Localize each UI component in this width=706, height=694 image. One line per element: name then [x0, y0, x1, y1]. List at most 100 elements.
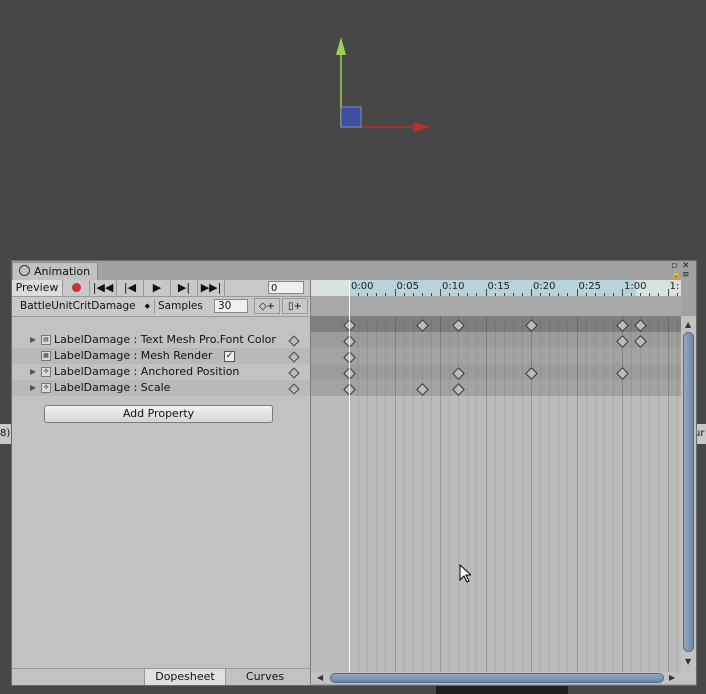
add-event-button[interactable]: ▯+	[282, 298, 308, 314]
lock-icon[interactable]: 🔒	[671, 270, 681, 279]
ruler-minor-tick	[676, 293, 678, 296]
view-mode-tabs: Dopesheet Curves	[12, 668, 310, 685]
grid-line	[412, 316, 414, 672]
first-keyframe-icon: |◀◀	[92, 281, 114, 294]
bottom-strip	[0, 686, 706, 694]
ruler-label: 0:15	[487, 281, 510, 292]
animation-toolbar: Preview |◀◀ |◀ ▶ ▶| ▶▶| 0	[12, 280, 310, 297]
add-keyframe-button[interactable]: ◇+	[254, 298, 280, 314]
foldout-arrow-icon[interactable]: ▶	[30, 380, 36, 396]
property-row-anchored-position[interactable]: ▶ ✣ LabelDamage : Anchored Position	[12, 364, 310, 380]
grid-line	[440, 316, 441, 672]
vertical-scroll-thumb[interactable]	[683, 332, 694, 652]
tab-dopesheet[interactable]: Dopesheet	[144, 669, 225, 685]
play-button[interactable]: ▶	[144, 280, 171, 296]
keyframe-diamond-icon[interactable]	[288, 351, 300, 363]
next-keyframe-button[interactable]: ▶|	[171, 280, 198, 296]
grid-line	[649, 316, 651, 672]
playhead[interactable]	[349, 280, 350, 672]
move-gizmo-icon[interactable]	[0, 0, 706, 260]
property-label: LabelDamage : Text Mesh Pro.Font Color	[54, 333, 276, 346]
ruler-label: 0:20	[533, 281, 556, 292]
ruler-label: 0:05	[396, 281, 419, 292]
grid-line	[394, 316, 396, 672]
ruler-label: 0:25	[578, 281, 601, 292]
menu-icon[interactable]: ≡	[682, 270, 690, 280]
foldout-arrow-icon[interactable]: ▶	[30, 364, 36, 380]
scroll-right-icon[interactable]: ▶	[669, 673, 675, 682]
ruler-tick	[485, 289, 487, 296]
mesh-renderer-icon: ▦	[41, 351, 51, 361]
ruler-tick	[622, 289, 623, 296]
horizontal-scroll-thumb[interactable]	[330, 673, 664, 683]
tab-animation[interactable]: Animation	[12, 262, 98, 280]
grid-line	[358, 316, 360, 672]
grid-line	[467, 316, 469, 672]
grid-line	[594, 316, 596, 672]
ruler-minor-tick	[385, 293, 387, 296]
ruler-minor-tick	[549, 293, 551, 296]
frame-input[interactable]: 0	[268, 281, 304, 294]
ruler-label: 0:00	[351, 281, 374, 292]
property-row-mesh-render[interactable]: ▦ LabelDamage : Mesh Render ✓	[12, 348, 310, 364]
ruler-minor-tick	[594, 293, 596, 296]
enabled-checkbox[interactable]: ✓	[224, 351, 235, 362]
ruler-minor-tick	[540, 293, 542, 296]
ruler-minor-tick	[467, 293, 469, 296]
add-property-button[interactable]: Add Property	[44, 405, 273, 423]
grid-line	[367, 316, 369, 672]
ruler-label: 1:00	[624, 281, 647, 292]
property-label: LabelDamage : Mesh Render	[54, 349, 213, 362]
keyframe-diamond-icon[interactable]	[288, 383, 300, 395]
last-keyframe-button[interactable]: ▶▶|	[198, 280, 225, 296]
property-row-scale[interactable]: ▶ ✣ LabelDamage : Scale	[12, 380, 310, 396]
scroll-up-icon[interactable]: ▲	[685, 320, 691, 329]
ruler-tick	[576, 289, 578, 296]
grid-line	[476, 316, 478, 672]
samples-input[interactable]: 30	[214, 299, 248, 313]
ruler-minor-tick	[358, 293, 360, 296]
ruler-out-of-range-left	[311, 280, 349, 296]
property-label: LabelDamage : Scale	[54, 381, 171, 394]
ruler-minor-tick	[421, 293, 423, 296]
record-button[interactable]	[63, 280, 90, 296]
scroll-down-icon[interactable]: ▼	[685, 657, 691, 666]
ruler-minor-tick	[449, 293, 451, 296]
grid-line	[421, 316, 423, 672]
add-event-icon: ▯+	[288, 301, 302, 312]
bottom-dark-panel	[436, 686, 568, 694]
transform-icon: ✣	[41, 383, 51, 393]
grid-line	[494, 316, 496, 672]
preview-button[interactable]: Preview	[12, 280, 63, 296]
ruler-minor-tick	[567, 293, 569, 296]
grid-line	[658, 316, 660, 672]
ruler-minor-tick	[585, 293, 587, 296]
keyframe-diamond-icon[interactable]	[288, 367, 300, 379]
grid-line	[430, 316, 432, 672]
transform-icon: ✣	[41, 367, 51, 377]
events-lane[interactable]	[311, 297, 681, 316]
prev-keyframe-button[interactable]: |◀	[117, 280, 144, 296]
ruler-tick	[394, 289, 396, 296]
grid-line	[503, 316, 505, 672]
grid-line	[567, 316, 569, 672]
scene-view[interactable]	[0, 0, 706, 260]
ruler-minor-tick	[512, 293, 514, 296]
ruler-minor-tick	[503, 293, 505, 296]
tab-curves[interactable]: Curves	[225, 669, 304, 685]
dopesheet-timeline[interactable]: 0:00 0:05 0:10 0:15 0:20 0:25 1:00 1:	[311, 280, 681, 672]
keyframe-diamond-icon[interactable]	[288, 335, 300, 347]
scroll-left-icon[interactable]: ◀	[317, 673, 323, 682]
prev-keyframe-icon: |◀	[123, 281, 137, 294]
ruler-minor-tick	[476, 293, 478, 296]
grid-line	[485, 316, 487, 672]
window-controls[interactable]: ▫ ✕ 🔒 ≡	[666, 261, 696, 280]
first-keyframe-button[interactable]: |◀◀	[90, 280, 117, 296]
clip-dropdown[interactable]: BattleUnitCritDamage ◆	[16, 299, 155, 314]
ruler-label: 0:10	[442, 281, 465, 292]
grid-line	[540, 316, 542, 672]
grid-line	[640, 316, 642, 672]
foldout-arrow-icon[interactable]: ▶	[30, 332, 36, 348]
ruler-minor-tick	[658, 293, 660, 296]
property-row-font-color[interactable]: ▶ ▤ LabelDamage : Text Mesh Pro.Font Col…	[12, 332, 310, 348]
